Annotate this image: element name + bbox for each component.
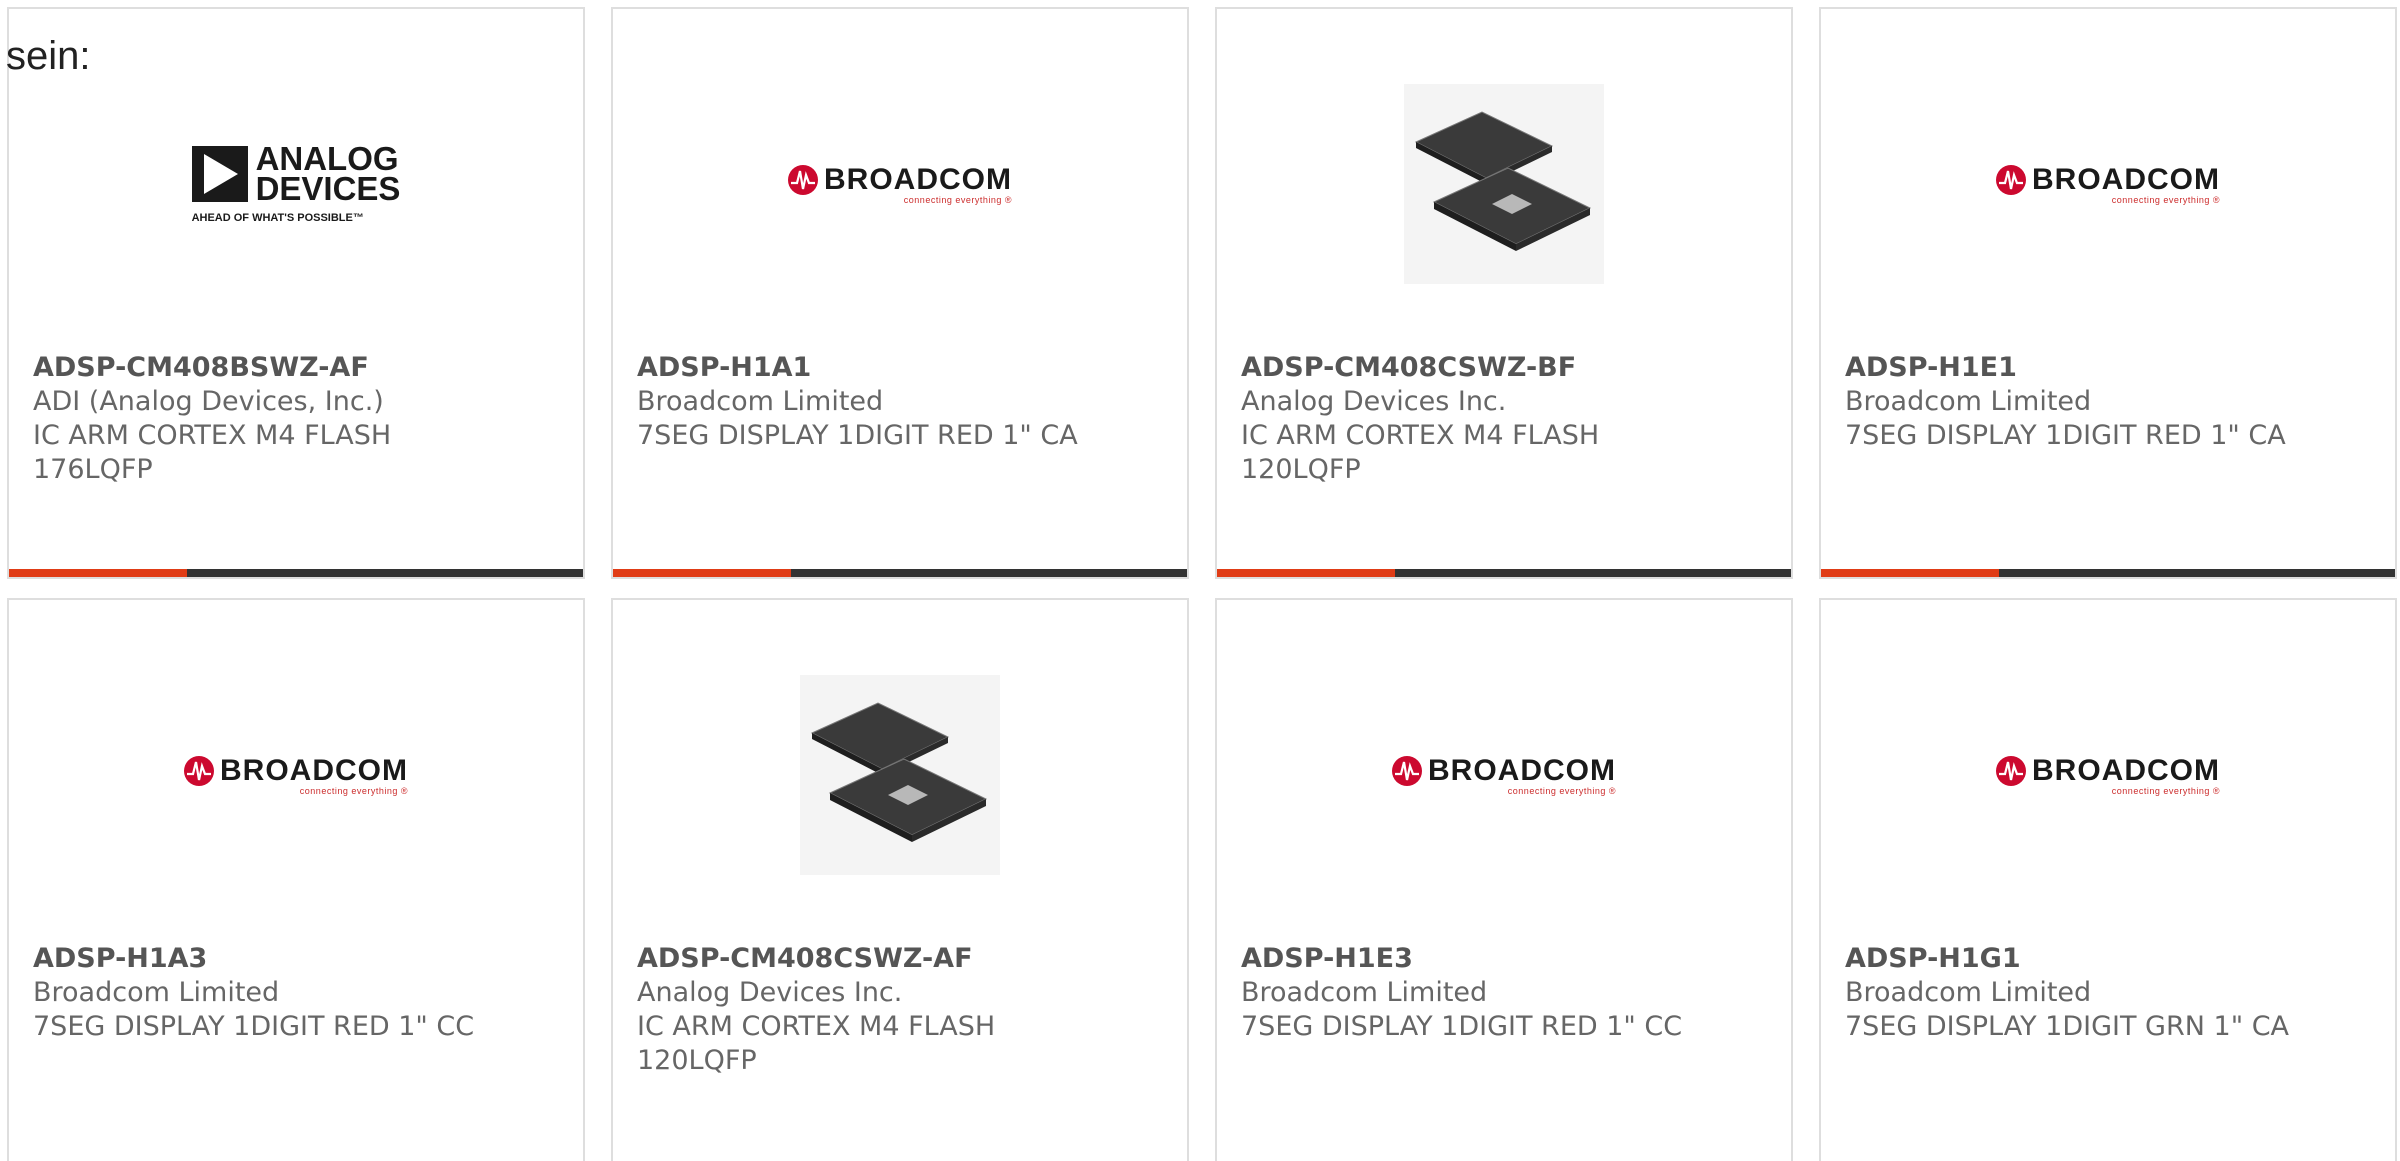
description-line1: 7SEG DISPLAY 1DIGIT RED 1" CC xyxy=(1241,1011,1683,1042)
intro-text: sein: xyxy=(6,34,91,78)
adi-tagline: AHEAD OF WHAT'S POSSIBLE™ xyxy=(191,212,364,224)
manufacturer: Broadcom Limited xyxy=(1845,386,2092,417)
broadcom-name: BROADCOM xyxy=(220,754,408,787)
description-line1: 7SEG DISPLAY 1DIGIT RED 1" CC xyxy=(33,1011,475,1042)
product-card[interactable]: ADSP-CM408CSWZ-AF Analog Devices Inc. IC… xyxy=(611,598,1189,1161)
part-number[interactable]: ADSP-H1E3 xyxy=(1241,942,1767,976)
product-card[interactable]: BROADCOM connecting everything ® ADSP-H1… xyxy=(611,7,1189,579)
broadcom-tagline: connecting everything ® xyxy=(2111,195,2220,205)
part-number[interactable]: ADSP-H1A1 xyxy=(637,351,1163,385)
broadcom-tagline: connecting everything ® xyxy=(1507,786,1616,796)
part-number[interactable]: ADSP-CM408CSWZ-BF xyxy=(1241,351,1767,385)
broadcom-mark-icon xyxy=(184,756,214,786)
card-bottom-bar xyxy=(613,569,1187,577)
broadcom-logo: BROADCOM connecting everything ® xyxy=(788,163,1012,205)
product-card[interactable]: BROADCOM connecting everything ® ADSP-H1… xyxy=(1819,598,2397,1161)
adi-triangle-icon xyxy=(191,146,248,202)
broadcom-logo: BROADCOM connecting everything ® xyxy=(184,754,408,796)
broadcom-logo: BROADCOM connecting everything ® xyxy=(1996,163,2220,205)
product-image: BROADCOM connecting everything ® xyxy=(1217,670,1791,880)
broadcom-mark-icon xyxy=(1996,165,2026,195)
product-card[interactable]: BROADCOM connecting everything ® ADSP-H1… xyxy=(7,598,585,1161)
manufacturer: Broadcom Limited xyxy=(1845,977,2092,1008)
product-text: ADSP-H1E3 Broadcom Limited 7SEG DISPLAY … xyxy=(1241,942,1767,1044)
description-line1: IC ARM CORTEX M4 FLASH xyxy=(33,420,392,451)
part-number[interactable]: ADSP-H1G1 xyxy=(1845,942,2371,976)
broadcom-logo: BROADCOM connecting everything ® xyxy=(1392,754,1616,796)
broadcom-mark-icon xyxy=(788,165,818,195)
product-text: ADSP-CM408BSWZ-AF ADI (Analog Devices, I… xyxy=(33,351,559,487)
description-line1: 7SEG DISPLAY 1DIGIT GRN 1" CA xyxy=(1845,1011,2290,1042)
card-accent-bar xyxy=(1821,569,1999,577)
analog-devices-logo: ANALOG DEVICES AHEAD OF WHAT'S POSSIBLE™ xyxy=(191,142,401,224)
product-card[interactable]: BROADCOM connecting everything ® ADSP-H1… xyxy=(1215,598,1793,1161)
card-accent-bar xyxy=(613,569,791,577)
product-image: BROADCOM connecting everything ® xyxy=(9,670,583,880)
broadcom-mark-icon xyxy=(1392,756,1422,786)
product-text: ADSP-H1E1 Broadcom Limited 7SEG DISPLAY … xyxy=(1845,351,2371,453)
product-card[interactable]: BROADCOM connecting everything ® ADSP-H1… xyxy=(1819,7,2397,579)
product-text: ADSP-H1G1 Broadcom Limited 7SEG DISPLAY … xyxy=(1845,942,2371,1044)
card-bottom-bar xyxy=(9,569,583,577)
product-image xyxy=(613,670,1187,880)
card-accent-bar xyxy=(1217,569,1395,577)
product-image: BROADCOM connecting everything ® xyxy=(1821,79,2395,289)
description-line2: 120LQFP xyxy=(637,1045,757,1076)
manufacturer: Broadcom Limited xyxy=(1241,977,1488,1008)
broadcom-tagline: connecting everything ® xyxy=(2111,786,2220,796)
description-line1: IC ARM CORTEX M4 FLASH xyxy=(1241,420,1600,451)
broadcom-name: BROADCOM xyxy=(2032,163,2220,196)
broadcom-name: BROADCOM xyxy=(2032,754,2220,787)
broadcom-name: BROADCOM xyxy=(824,163,1012,196)
product-text: ADSP-CM408CSWZ-BF Analog Devices Inc. IC… xyxy=(1241,351,1767,487)
chip-photo-icon xyxy=(1404,84,1604,284)
product-card[interactable]: ADSP-CM408CSWZ-BF Analog Devices Inc. IC… xyxy=(1215,7,1793,579)
product-card[interactable]: ANALOG DEVICES AHEAD OF WHAT'S POSSIBLE™… xyxy=(7,7,585,579)
chip-photo-icon xyxy=(800,675,1000,875)
broadcom-logo: BROADCOM connecting everything ® xyxy=(1996,754,2220,796)
product-text: ADSP-CM408CSWZ-AF Analog Devices Inc. IC… xyxy=(637,942,1163,1078)
description-line1: 7SEG DISPLAY 1DIGIT RED 1" CA xyxy=(637,420,1078,451)
description-line2: 176LQFP xyxy=(33,454,153,485)
broadcom-tagline: connecting everything ® xyxy=(299,786,408,796)
description-line1: 7SEG DISPLAY 1DIGIT RED 1" CA xyxy=(1845,420,2286,451)
part-number[interactable]: ADSP-CM408CSWZ-AF xyxy=(637,942,1163,976)
broadcom-tagline: connecting everything ® xyxy=(903,195,1012,205)
description-line1: IC ARM CORTEX M4 FLASH xyxy=(637,1011,996,1042)
broadcom-mark-icon xyxy=(1996,756,2026,786)
adi-name-line2: DEVICES xyxy=(255,170,401,207)
card-bottom-bar xyxy=(1217,569,1791,577)
broadcom-name: BROADCOM xyxy=(1428,754,1616,787)
manufacturer: Broadcom Limited xyxy=(33,977,280,1008)
card-bottom-bar xyxy=(1821,569,2395,577)
product-text: ADSP-H1A3 Broadcom Limited 7SEG DISPLAY … xyxy=(33,942,559,1044)
manufacturer: Analog Devices Inc. xyxy=(1241,386,1507,417)
product-image: BROADCOM connecting everything ® xyxy=(613,79,1187,289)
product-image xyxy=(1217,79,1791,289)
product-text: ADSP-H1A1 Broadcom Limited 7SEG DISPLAY … xyxy=(637,351,1163,453)
description-line2: 120LQFP xyxy=(1241,454,1361,485)
part-number[interactable]: ADSP-H1A3 xyxy=(33,942,559,976)
product-image: ANALOG DEVICES AHEAD OF WHAT'S POSSIBLE™ xyxy=(9,79,583,289)
card-accent-bar xyxy=(9,569,187,577)
product-image: BROADCOM connecting everything ® xyxy=(1821,670,2395,880)
part-number[interactable]: ADSP-CM408BSWZ-AF xyxy=(33,351,559,385)
part-number[interactable]: ADSP-H1E1 xyxy=(1845,351,2371,385)
manufacturer: ADI (Analog Devices, Inc.) xyxy=(33,386,384,417)
manufacturer: Analog Devices Inc. xyxy=(637,977,903,1008)
product-grid-page: sein: ANALOG DEVICES AHEAD OF WHAT'S POS… xyxy=(0,0,2400,1161)
manufacturer: Broadcom Limited xyxy=(637,386,884,417)
